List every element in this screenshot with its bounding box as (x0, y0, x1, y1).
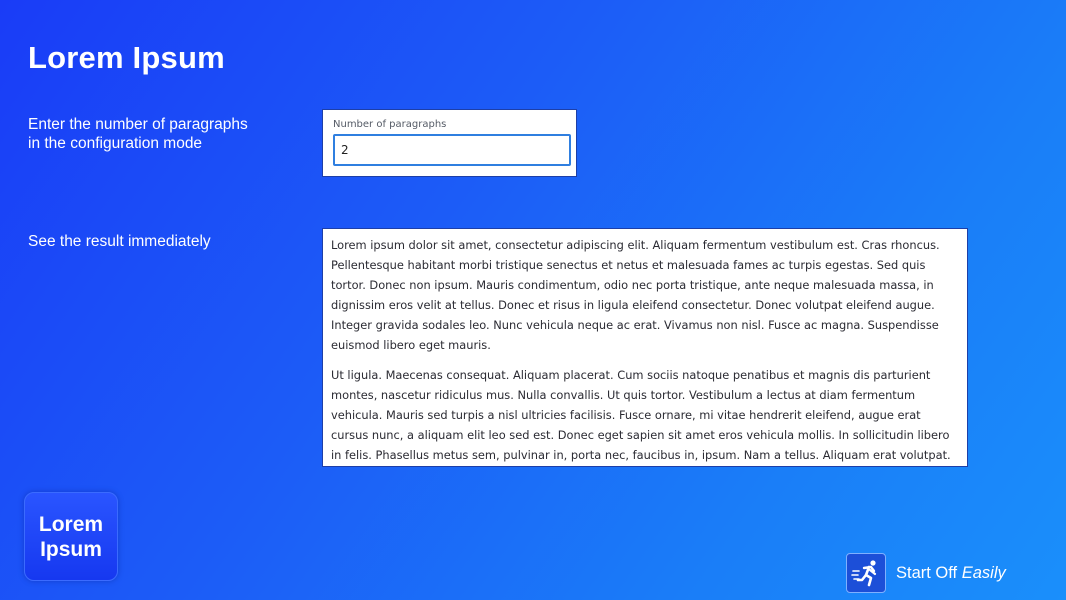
brand-text-plain: Start Off (896, 563, 958, 582)
result-paragraph-1: Lorem ipsum dolor sit amet, consectetur … (331, 238, 940, 352)
logo-line-1: Lorem (38, 512, 104, 536)
page-title: Lorem Ipsum (28, 40, 225, 75)
configuration-panel: Number of paragraphs (322, 109, 577, 177)
step-1-line-1: Enter the number of paragraphs (28, 116, 248, 133)
running-man-icon (846, 553, 886, 593)
lorem-ipsum-result-box: Lorem ipsum dolor sit amet, consectetur … (322, 228, 968, 467)
lorem-ipsum-logo: Lorem Ipsum (24, 492, 118, 581)
step-2-line-1: See the result immediately (28, 233, 211, 250)
number-of-paragraphs-input[interactable] (333, 134, 571, 166)
result-paragraph-2: Ut ligula. Maecenas consequat. Aliquam p… (331, 368, 951, 462)
brand-text-italic: Easily (961, 563, 1006, 582)
step-see-result-label: See the result immediately (28, 232, 278, 251)
brand-text: Start Off Easily (896, 564, 1006, 583)
step-1-line-2: in the configuration mode (28, 135, 203, 152)
number-of-paragraphs-label: Number of paragraphs (333, 119, 447, 130)
step-enter-paragraphs-label: Enter the number of paragraphs in the co… (28, 115, 278, 153)
start-off-easily-brand: Start Off Easily (846, 553, 1006, 593)
logo-line-2: Ipsum (40, 537, 102, 561)
